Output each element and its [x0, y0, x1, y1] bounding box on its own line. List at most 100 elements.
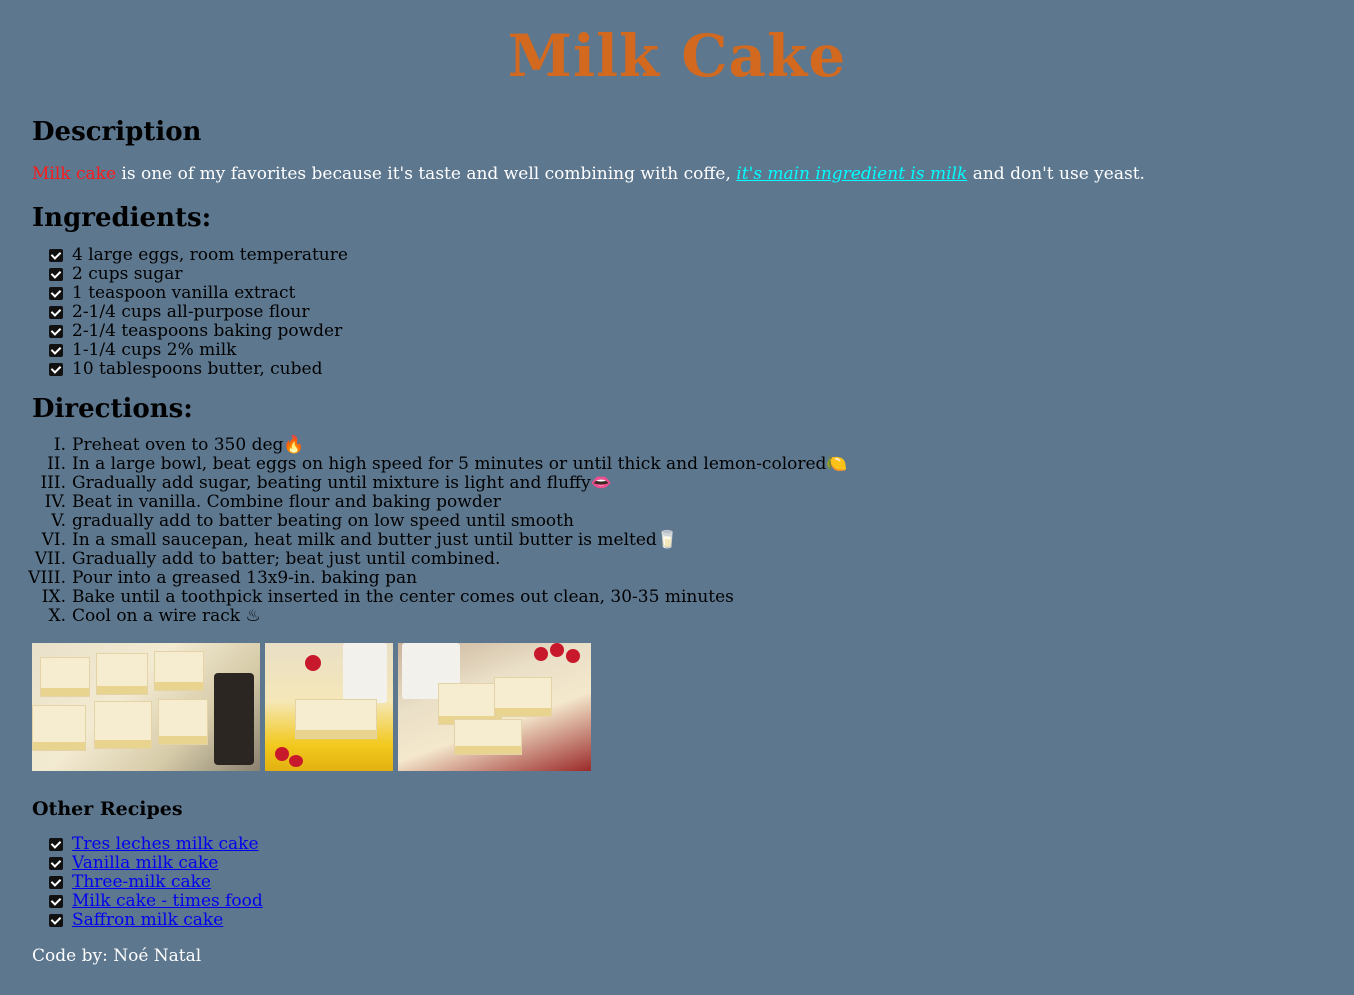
- strawberry: [566, 649, 580, 663]
- step-text: Gradually add sugar, beating until mixtu…: [72, 473, 612, 493]
- step-text: Preheat oven to 350 deg🔥: [72, 435, 305, 455]
- ingredient-item: 1-1/4 cups 2% milk: [49, 341, 1322, 360]
- direction-step: X. Cool on a wire rack ♨: [48, 606, 1322, 626]
- recipe-link[interactable]: Three-milk cake: [72, 872, 211, 892]
- ingredient-item: 1 teaspoon vanilla extract: [49, 283, 1322, 303]
- cake-square: [158, 699, 208, 745]
- ingredient-text: 1 teaspoon vanilla extract: [72, 283, 296, 303]
- description-text-end: and don't use yeast.: [967, 164, 1145, 184]
- other-recipes-heading: Other Recipes: [32, 798, 183, 820]
- step-numeral: II.: [47, 454, 66, 474]
- direction-step: VIII. Pour into a greased 13x9-in. baking…: [28, 568, 1322, 588]
- coffee-mug: [214, 673, 254, 765]
- step-text: In a large bowl, beat eggs on high speed…: [72, 454, 848, 474]
- check-icon: [49, 857, 63, 870]
- recipe-link[interactable]: Milk cake - times food: [72, 891, 263, 911]
- step-numeral: IX.: [41, 587, 66, 607]
- check-icon: [49, 325, 63, 338]
- description-paragraph: Milk cake is one of my favorites because…: [32, 160, 1322, 188]
- strawberry: [305, 655, 321, 671]
- cake-square: [94, 701, 152, 749]
- ingredient-text: 2-1/4 teaspoons baking powder: [72, 321, 343, 341]
- check-icon: [49, 287, 63, 300]
- step-numeral: IV.: [44, 492, 66, 512]
- ingredient-text: 2-1/4 cups all-purpose flour: [72, 302, 310, 322]
- check-icon: [49, 876, 63, 889]
- step-numeral: VIII.: [28, 568, 66, 588]
- ingredient-text: 4 large eggs, room temperature: [72, 245, 348, 265]
- recipe-link-item: Three-milk cake: [49, 872, 1322, 892]
- description-text: is one of my favorites because it's tast…: [116, 164, 737, 184]
- step-text: Pour into a greased 13x9-in. baking pan: [72, 568, 418, 588]
- photo-gallery: [32, 643, 1322, 771]
- milk-cake-squares-photo: [32, 643, 260, 771]
- check-icon: [49, 306, 63, 319]
- cake-square: [494, 677, 552, 717]
- cake-square: [32, 705, 86, 751]
- recipe-link-item: Tres leches milk cake: [49, 834, 1322, 854]
- strawberry: [289, 755, 303, 767]
- ingredient-text: 2 cups sugar: [72, 264, 183, 284]
- direction-step: IX. Bake until a toothpick inserted in th…: [42, 587, 1322, 607]
- check-icon: [49, 363, 63, 376]
- cake-square: [96, 653, 148, 695]
- step-numeral: V.: [51, 511, 66, 531]
- ingredients-heading: Ingredients:: [32, 203, 212, 233]
- ingredient-item: 2-1/4 teaspoons baking powder: [49, 321, 1322, 341]
- footer-credit: Code by: Noé Natal: [32, 946, 202, 966]
- check-icon: [49, 895, 63, 908]
- strawberry: [534, 647, 548, 661]
- check-icon: [49, 344, 63, 357]
- step-text: Gradually add to batter; beat just until…: [72, 549, 501, 569]
- ingredients-list: 4 large eggs, room temperature 2 cups su…: [32, 246, 1322, 379]
- step-text: Beat in vanilla. Combine flour and bakin…: [72, 492, 501, 512]
- direction-step: I. Preheat oven to 350 deg🔥: [54, 435, 1322, 455]
- step-text: Bake until a toothpick inserted in the c…: [72, 587, 734, 607]
- directions-list: I. Preheat oven to 350 deg🔥 II. In a large…: [28, 435, 1322, 626]
- milk-ingredient-link[interactable]: it's main ingredient is milk: [736, 164, 967, 184]
- ingredient-item: 10 tablespoons butter, cubed: [49, 359, 1322, 379]
- strawberry: [550, 643, 564, 657]
- cake-square: [40, 657, 90, 697]
- check-icon: [49, 249, 63, 262]
- milk-cake-slice-photo: [265, 643, 393, 771]
- step-text: gradually add to batter beating on low s…: [72, 511, 574, 531]
- check-icon: [49, 914, 63, 927]
- ingredient-item: 4 large eggs, room temperature: [49, 245, 1322, 265]
- direction-step: III. Gradually add sugar, beating until m…: [40, 473, 1322, 493]
- ingredient-item: 2 cups sugar: [49, 264, 1322, 284]
- step-text: Cool on a wire rack ♨: [72, 606, 261, 626]
- recipe-link-item: Saffron milk cake: [49, 910, 1322, 930]
- check-icon: [49, 268, 63, 281]
- recipe-link-item: Milk cake - times food: [49, 891, 1322, 911]
- direction-step: VI. In a small saucepan, heat milk and bu…: [42, 530, 1322, 550]
- recipe-link-item: Vanilla milk cake: [49, 853, 1322, 873]
- recipe-link[interactable]: Vanilla milk cake: [72, 853, 218, 873]
- directions-heading: Directions:: [32, 394, 193, 424]
- milk-cake-with-berries-photo: [398, 643, 591, 771]
- step-numeral: VI.: [41, 530, 66, 550]
- cake-square: [154, 651, 204, 691]
- step-numeral: VII.: [34, 549, 66, 569]
- recipe-link[interactable]: Tres leches milk cake: [72, 834, 259, 854]
- direction-step: IV. Beat in vanilla. Combine flour and ba…: [45, 492, 1322, 512]
- step-numeral: X.: [48, 606, 66, 626]
- cake-slice: [295, 699, 377, 739]
- recipe-link[interactable]: Saffron milk cake: [72, 910, 223, 930]
- direction-step: II. In a large bowl, beat eggs on high sp…: [47, 454, 1322, 474]
- step-text: In a small saucepan, heat milk and butte…: [72, 530, 678, 550]
- direction-step: VII. Gradually add to batter; beat just u…: [35, 549, 1322, 569]
- step-numeral: III.: [40, 473, 66, 493]
- other-recipes-list: Tres leches milk cake Vanilla milk cake …: [32, 835, 1322, 930]
- milk-glass: [343, 643, 387, 703]
- cake-square: [454, 719, 522, 755]
- ingredient-text: 10 tablespoons butter, cubed: [72, 359, 323, 379]
- strawberry: [275, 747, 289, 761]
- step-numeral: I.: [53, 435, 66, 455]
- direction-step: V. gradually add to batter beating on low…: [51, 511, 1322, 531]
- description-heading: Description: [32, 117, 202, 147]
- check-icon: [49, 838, 63, 851]
- ingredient-item: 2-1/4 cups all-purpose flour: [49, 302, 1322, 322]
- page-title: Milk Cake: [507, 22, 847, 90]
- description-highlight: Milk cake: [32, 164, 117, 184]
